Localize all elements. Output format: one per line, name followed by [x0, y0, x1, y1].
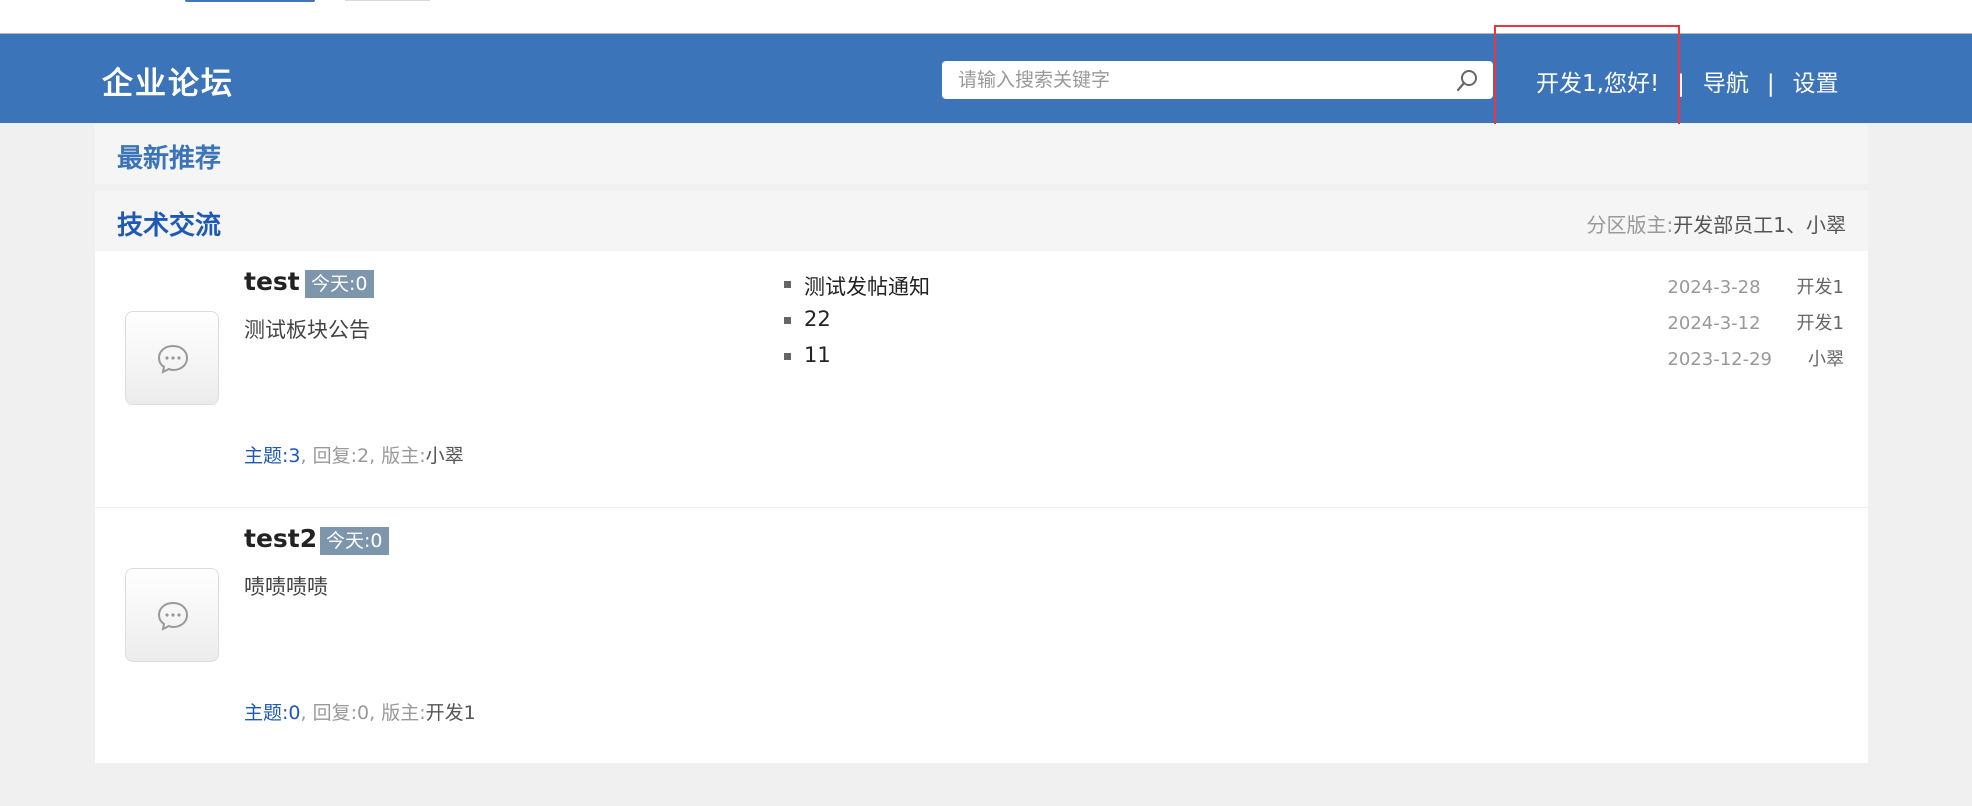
- forum-row: test 今天:0 测试板块公告 主题:3, 回复:2, 版主:小翠 测试发帖通…: [95, 251, 1868, 507]
- today-badge: 今天:0: [320, 527, 389, 555]
- nav-link[interactable]: 导航: [1703, 64, 1749, 98]
- replies-label: 回复:: [312, 702, 357, 724]
- forum-row: test2 今天:0 啧啧啧啧 主题:0, 回复:0, 版主:开发1: [95, 507, 1868, 763]
- nav-separator: |: [1766, 71, 1775, 97]
- settings-link[interactable]: 设置: [1793, 64, 1839, 98]
- forum-avatar[interactable]: [125, 311, 219, 405]
- replies-count: 2: [357, 445, 370, 467]
- active-tab-indicator: [185, 0, 315, 2]
- post-date: 2024-3-28: [1667, 277, 1761, 298]
- forum-name[interactable]: test2: [244, 524, 317, 553]
- tab-indicator: [345, 0, 430, 1]
- moderator-name[interactable]: 小翠: [426, 445, 464, 467]
- post-title[interactable]: 22: [784, 307, 930, 343]
- moderator-name[interactable]: 开发1: [426, 702, 476, 724]
- forum-description: 测试板块公告: [244, 318, 370, 342]
- category-header: 技术交流 分区版主:开发部员工1、小翠: [95, 191, 1868, 251]
- forum-stats: 主题:3, 回复:2, 版主:小翠: [244, 445, 464, 467]
- search-box: [942, 61, 1493, 99]
- post-author[interactable]: 小翠: [1808, 345, 1844, 371]
- post-title[interactable]: 11: [784, 343, 930, 379]
- topics-count: 0: [288, 702, 301, 724]
- forum-name[interactable]: test: [244, 267, 300, 296]
- forum-stats: 主题:0, 回复:0, 版主:开发1: [244, 702, 476, 724]
- post-title[interactable]: 测试发帖通知: [784, 271, 930, 307]
- user-greeting[interactable]: 开发1,您好!: [1536, 64, 1659, 98]
- category-title[interactable]: 技术交流: [117, 205, 221, 242]
- post-author[interactable]: 开发1: [1797, 273, 1844, 299]
- search-icon[interactable]: [1455, 69, 1479, 93]
- search-input[interactable]: [942, 61, 1448, 99]
- replies-count: 0: [357, 702, 370, 724]
- recommend-title[interactable]: 最新推荐: [117, 138, 221, 175]
- forum-description: 啧啧啧啧: [244, 575, 328, 599]
- post-meta: 2024-3-28 开发1: [1667, 273, 1844, 309]
- chat-bubble-icon: [157, 601, 189, 631]
- post-date: 2024-3-12: [1667, 313, 1761, 334]
- category-moderators: 分区版主:开发部员工1、小翠: [1587, 209, 1846, 238]
- site-logo[interactable]: 企业论坛: [102, 58, 234, 103]
- post-meta: 2024-3-12 开发1: [1667, 309, 1844, 345]
- post-date: 2023-12-29: [1667, 349, 1772, 370]
- nav-separator: |: [1677, 71, 1685, 97]
- topics-label: 主题:: [244, 445, 289, 467]
- topics-label: 主题:: [244, 702, 289, 724]
- topics-count: 3: [288, 445, 301, 467]
- forum-avatar[interactable]: [125, 568, 219, 662]
- recommend-section: 最新推荐: [95, 124, 1868, 184]
- moderator-label: 版主:: [381, 445, 426, 467]
- recent-posts: 测试发帖通知 22 11: [784, 271, 930, 379]
- moderator-names[interactable]: 开发部员工1、小翠: [1673, 213, 1846, 237]
- main-content: 最新推荐 技术交流 分区版主:开发部员工1、小翠 test 今天:0 测试板块公…: [95, 124, 1868, 763]
- today-badge: 今天:0: [305, 270, 374, 298]
- site-header: 企业论坛 开发1,您好! | 导航 | 设置: [0, 34, 1972, 123]
- section-gap: [95, 184, 1868, 191]
- replies-label: 回复:: [312, 445, 357, 467]
- chat-bubble-icon: [157, 344, 189, 374]
- recent-posts-meta: 2024-3-28 开发1 2024-3-12 开发1 2023-12-29 小翠: [1667, 273, 1844, 381]
- moderator-label: 版主:: [381, 702, 426, 724]
- browser-top-strip: [0, 0, 1972, 34]
- user-nav: 开发1,您好! | 导航 | 设置: [1534, 64, 1839, 98]
- post-author[interactable]: 开发1: [1797, 309, 1844, 335]
- post-meta: 2023-12-29 小翠: [1667, 345, 1844, 381]
- moderators-label: 分区版主:: [1586, 213, 1674, 237]
